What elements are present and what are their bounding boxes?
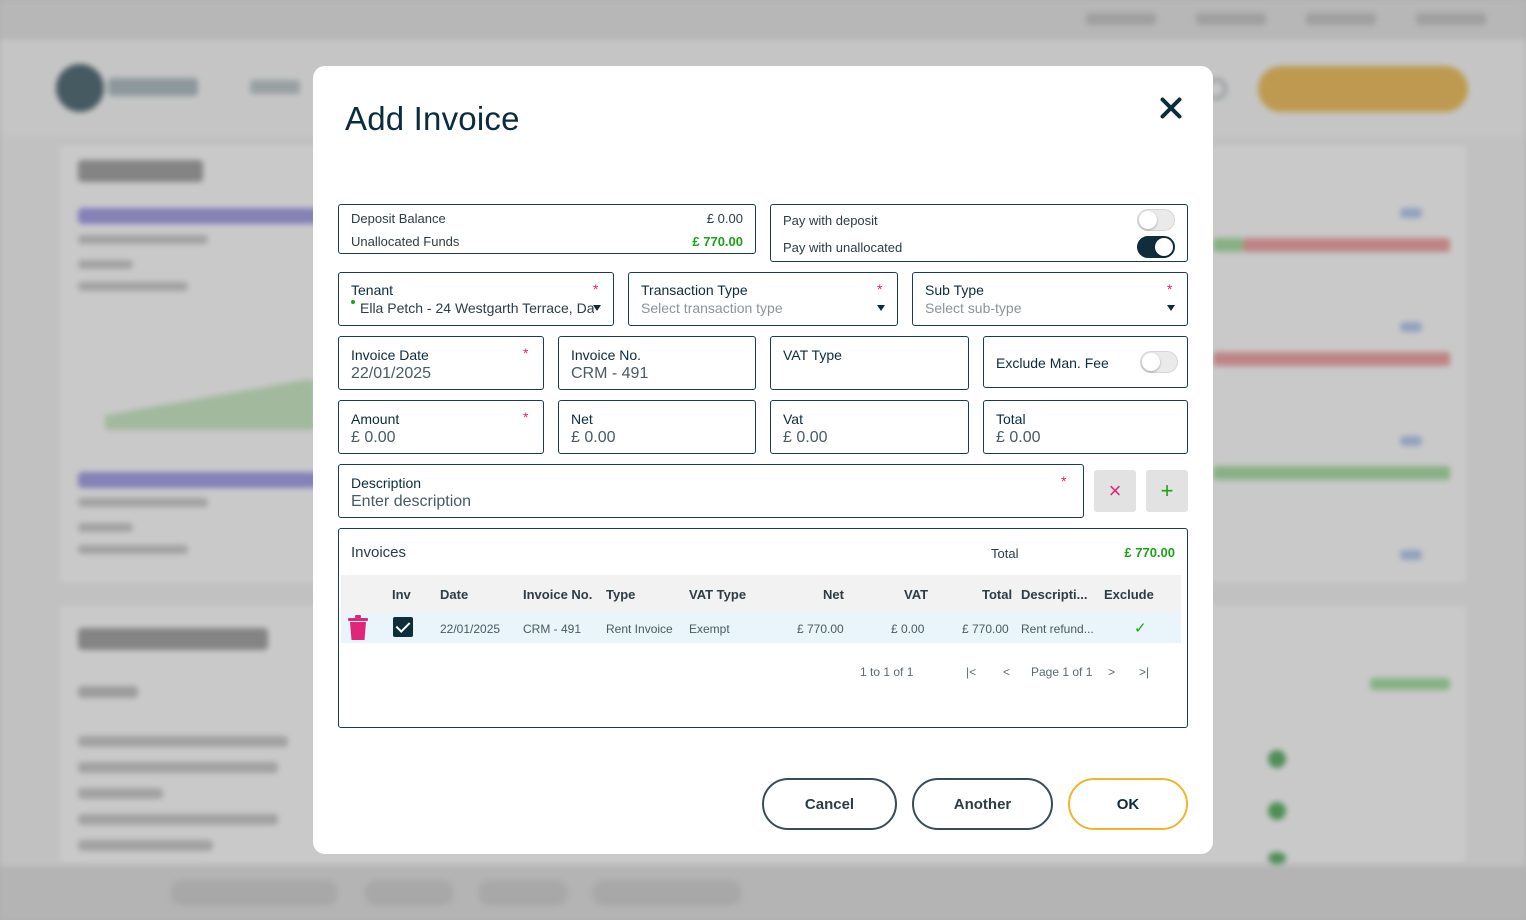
cell-total: £ 770.00 [962,622,1009,636]
unallocated-funds-value: £ 770.00 [692,234,743,249]
total-value: £ 0.00 [996,429,1041,446]
deposit-balance-label: Deposit Balance [351,211,446,226]
cell-vat: £ 0.00 [891,622,925,636]
chevron-down-icon [877,305,885,311]
invoices-total-value: £ 770.00 [1124,545,1175,560]
clear-description-button[interactable]: × [1094,470,1136,512]
column-header[interactable]: Type [606,587,635,602]
deposit-balance-value: £ 0.00 [706,211,743,226]
row-select-checkbox[interactable] [393,617,413,637]
column-header[interactable]: Date [440,587,468,602]
unallocated-funds-label: Unallocated Funds [351,234,460,249]
exclude-man-fee-label: Exclude Man. Fee [996,355,1109,371]
vat-field[interactable]: Vat £ 0.00 [770,400,969,454]
description-label: Description [351,475,422,491]
cell-vat-type: Exempt [689,622,730,636]
cell-description: Rent refund... [1021,622,1094,636]
vat-type-label: VAT Type [783,347,842,363]
page-indicator: Page 1 of 1 [1031,665,1093,679]
cell-type: Rent Invoice [606,622,673,636]
exclude-man-fee-toggle[interactable] [1140,351,1178,373]
description-placeholder: Enter description [351,493,472,510]
prev-page-icon[interactable]: < [1003,665,1010,679]
required-marker: * [523,409,529,425]
required-marker: * [877,281,883,297]
table-header: Inv Date Invoice No. Type VAT Type Net V… [341,575,1181,613]
last-page-icon[interactable]: >| [1139,665,1149,679]
add-invoice-dialog: Add Invoice Deposit Balance £ 0.00 Unall… [313,66,1213,854]
invoice-no-label: Invoice No. [571,347,642,363]
net-field[interactable]: Net £ 0.00 [558,400,756,454]
balance-summary: Deposit Balance £ 0.00 Unallocated Funds… [338,204,756,254]
pager-range: 1 to 1 of 1 [860,665,914,679]
column-header[interactable]: Inv [392,587,411,602]
cell-date: 22/01/2025 [440,622,501,636]
exclude-man-fee-option: Exclude Man. Fee [983,336,1188,388]
tenant-status-dot [351,300,355,304]
sub-type-placeholder: Select sub-type [925,300,1022,316]
dialog-title: Add Invoice [345,100,520,137]
column-header[interactable]: Net [823,587,844,602]
vat-label: Vat [783,411,803,427]
required-marker: * [1167,281,1173,297]
plus-icon: + [1160,478,1174,503]
pay-with-deposit-toggle[interactable] [1137,209,1175,231]
invoice-date-field[interactable]: Invoice Date * 22/01/2025 [338,336,544,390]
tenant-select[interactable]: Tenant * Ella Petch - 24 Westgarth Terra… [338,272,614,326]
column-header[interactable]: Invoice No. [523,587,592,602]
pay-with-deposit-label: Pay with deposit [783,213,878,228]
tenant-value: Ella Petch - 24 Westgarth Terrace, Darli… [360,300,594,316]
column-header[interactable]: Total [982,587,1012,602]
total-label: Total [996,411,1026,427]
cell-net: £ 770.00 [797,622,844,636]
column-header[interactable]: VAT Type [689,587,746,602]
sub-type-label: Sub Type [925,282,984,298]
total-field[interactable]: Total £ 0.00 [983,400,1188,454]
pay-with-options: Pay with deposit Pay with unallocated [770,204,1188,262]
pay-with-unallocated-toggle[interactable] [1137,236,1175,258]
vat-value: £ 0.00 [783,429,828,446]
net-label: Net [571,411,593,427]
close-icon[interactable] [1155,92,1187,124]
invoice-date-label: Invoice Date [351,347,429,363]
vat-type-select[interactable]: VAT Type [770,336,969,390]
column-header[interactable]: Exclude [1104,587,1154,602]
required-marker: * [1061,473,1067,489]
check-icon: ✓ [1134,620,1147,637]
next-page-icon[interactable]: > [1108,665,1115,679]
chevron-down-icon [1167,305,1175,311]
column-header[interactable]: VAT [904,587,928,602]
invoice-date-value: 22/01/2025 [351,365,432,382]
cancel-button[interactable]: Cancel [762,778,897,830]
description-field[interactable]: Description * Enter description [338,464,1084,518]
add-invoice-line-button[interactable]: + [1146,470,1188,512]
transaction-type-placeholder: Select transaction type [641,300,783,316]
ok-button[interactable]: OK [1068,778,1188,830]
amount-value: £ 0.00 [351,429,396,446]
chevron-down-icon [593,305,601,311]
amount-field[interactable]: Amount * £ 0.00 [338,400,544,454]
net-value: £ 0.00 [571,429,616,446]
tenant-label: Tenant [351,282,394,298]
pay-with-unallocated-label: Pay with unallocated [783,240,903,255]
close-icon: × [1108,478,1122,503]
invoices-title: Invoices [351,544,407,561]
invoices-table: Invoices Total £ 770.00 Inv Date Invoice… [338,528,1188,728]
cell-invoice-no: CRM - 491 [523,622,582,636]
amount-label: Amount [351,411,400,427]
transaction-type-label: Transaction Type [641,282,748,298]
another-button[interactable]: Another [912,778,1053,830]
invoice-no-value: CRM - 491 [571,365,649,382]
invoices-total-label: Total [991,546,1019,561]
trash-icon[interactable] [347,615,369,641]
table-row: 22/01/2025 CRM - 491 Rent Invoice Exempt… [341,613,1181,643]
required-marker: * [523,345,529,361]
invoice-no-field[interactable]: Invoice No. CRM - 491 [558,336,756,390]
first-page-icon[interactable]: |< [966,665,976,679]
transaction-type-select[interactable]: Transaction Type * Select transaction ty… [628,272,898,326]
column-header[interactable]: Descripti... [1021,587,1087,602]
required-marker: * [593,281,599,297]
sub-type-select[interactable]: Sub Type * Select sub-type [912,272,1188,326]
